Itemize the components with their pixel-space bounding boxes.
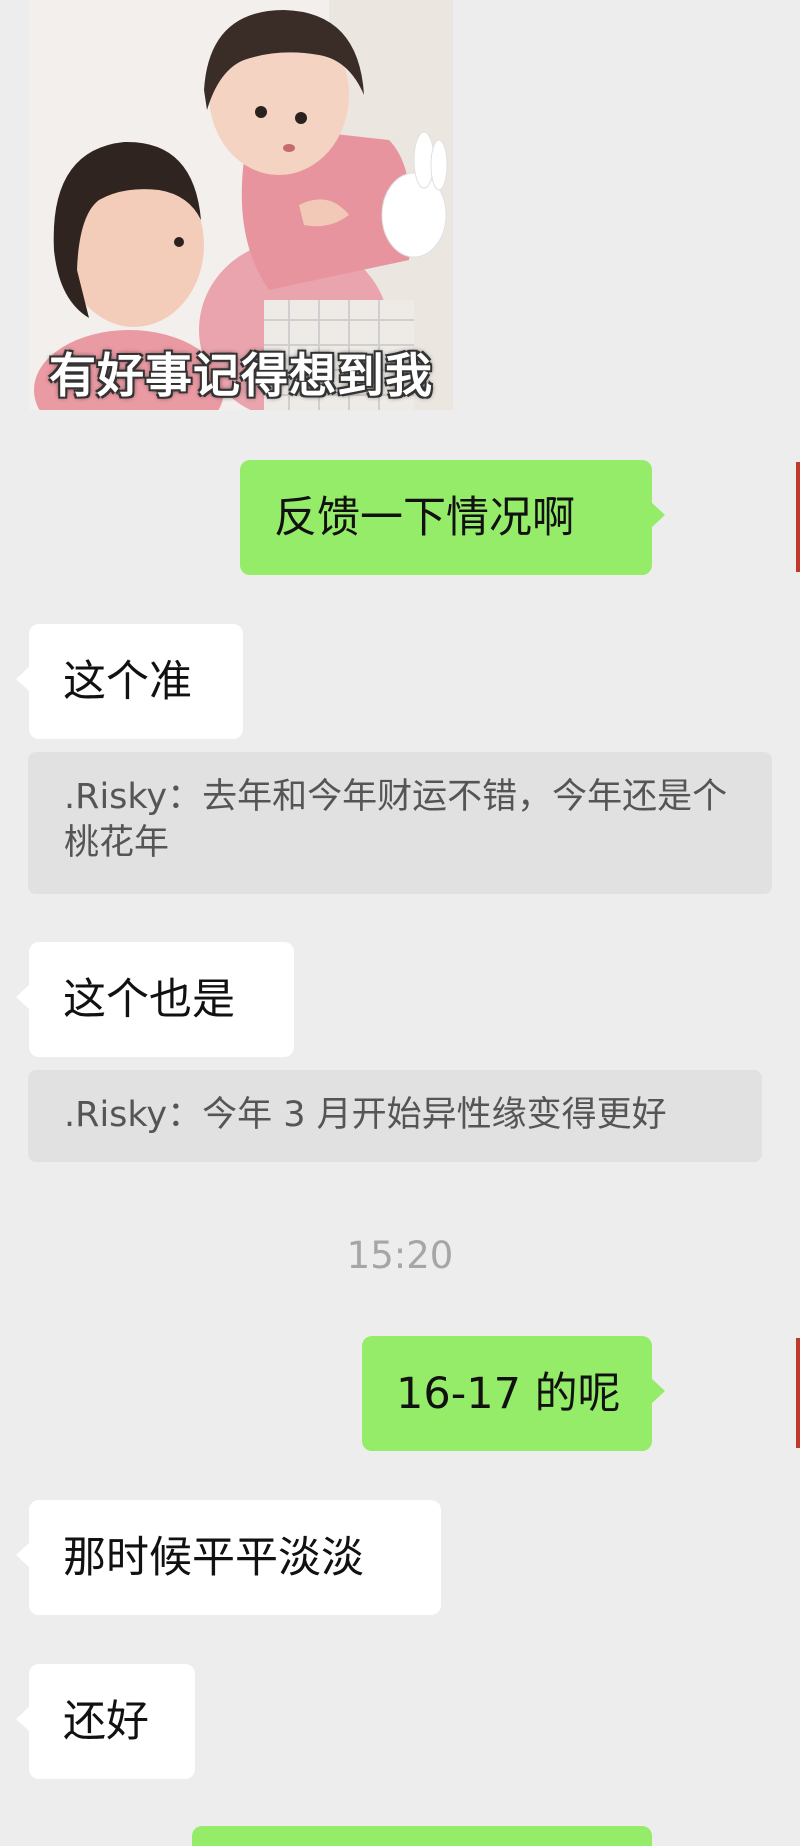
chat-area: 有好事记得想到我 反馈一下情况啊 这个准 .Risky：去年和今年财运不错，今年… (0, 0, 800, 1846)
avatar[interactable] (796, 1338, 800, 1448)
message-bubble: 反馈一下情况啊 (240, 460, 665, 575)
message-incoming[interactable]: 那时候平平淡淡 (16, 1500, 441, 1615)
message-outgoing[interactable]: 反馈一下情况啊 (240, 460, 665, 575)
message-bubble: 16-17 的呢 (362, 1336, 665, 1451)
sticker-caption: 有好事记得想到我 (49, 349, 433, 404)
message-outgoing-partial[interactable] (192, 1826, 652, 1846)
quoted-reply[interactable]: .Risky：去年和今年财运不错，今年还是个桃花年 (28, 752, 772, 894)
message-incoming[interactable]: 这个也是 (16, 942, 294, 1057)
message-incoming[interactable]: 还好 (16, 1664, 195, 1779)
quote-text: .Risky：去年和今年财运不错，今年还是个桃花年 (64, 777, 728, 863)
message-bubble: 那时候平平淡淡 (16, 1500, 441, 1615)
message-bubble: 这个准 (16, 624, 243, 739)
quote-text: .Risky：今年 3 月开始异性缘变得更好 (64, 1095, 667, 1135)
message-outgoing[interactable]: 16-17 的呢 (362, 1336, 665, 1451)
message-bubble: 还好 (16, 1664, 195, 1779)
message-bubble: 这个也是 (16, 942, 294, 1057)
timestamp: 15:20 (346, 1234, 454, 1277)
quoted-reply[interactable]: .Risky：今年 3 月开始异性缘变得更好 (28, 1070, 762, 1162)
message-incoming[interactable]: 这个准 (16, 624, 243, 739)
avatar[interactable] (796, 462, 800, 572)
sticker-image[interactable]: 有好事记得想到我 (29, 0, 453, 410)
